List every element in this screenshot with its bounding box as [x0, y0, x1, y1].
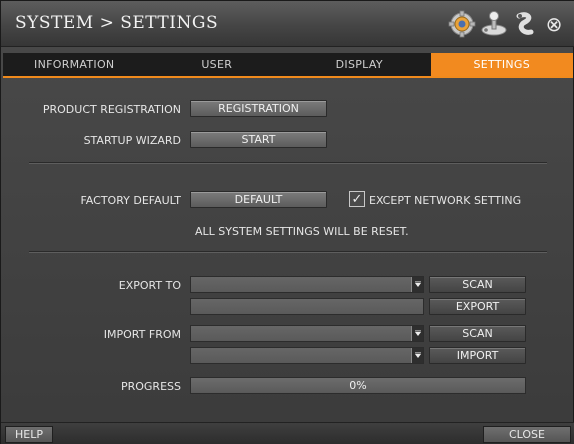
snake-icon[interactable] — [510, 9, 540, 39]
export-button[interactable]: EXPORT — [429, 298, 526, 315]
tab-user[interactable]: USER — [146, 53, 289, 76]
divider — [29, 162, 547, 164]
footer-bar: HELP CLOSE — [1, 422, 574, 444]
tab-settings[interactable]: SETTINGS — [430, 53, 573, 76]
import-file-select[interactable] — [190, 347, 424, 364]
chevron-down-icon[interactable] — [411, 326, 423, 341]
default-button[interactable]: DEFAULT — [190, 191, 327, 208]
export-to-label: EXPORT TO — [118, 279, 181, 292]
product-registration-label: PRODUCT REGISTRATION — [42, 103, 181, 116]
import-scan-button[interactable]: SCAN — [429, 325, 526, 342]
import-from-label: IMPORT FROM — [103, 328, 181, 341]
help-button[interactable]: HELP — [5, 426, 53, 443]
except-network-checkbox[interactable]: ✓ — [349, 191, 365, 207]
progress-text: 0% — [349, 379, 367, 392]
factory-default-label: FACTORY DEFAULT — [80, 194, 181, 207]
chevron-down-icon[interactable] — [411, 277, 423, 292]
progress-label: PROGRESS — [120, 380, 181, 393]
close-icon[interactable]: ⊗ — [539, 9, 569, 39]
startup-wizard-label: STARTUP WIZARD — [83, 134, 181, 147]
import-button[interactable]: IMPORT — [429, 347, 526, 364]
window-title: SYSTEM > SETTINGS — [15, 13, 219, 33]
except-network-label: EXCEPT NETWORK SETTING — [369, 194, 522, 207]
export-device-select[interactable] — [190, 276, 424, 293]
registration-button[interactable]: REGISTRATION — [190, 100, 327, 117]
gear-icon[interactable] — [447, 9, 477, 39]
import-device-select[interactable] — [190, 325, 424, 342]
close-button[interactable]: CLOSE — [483, 426, 571, 443]
title-bar: SYSTEM > SETTINGS ⊗ — [1, 1, 574, 47]
tab-information[interactable]: INFORMATION — [3, 53, 146, 76]
export-file-field[interactable] — [190, 298, 424, 315]
progress-bar: 0% — [190, 377, 526, 394]
settings-window: SYSTEM > SETTINGS ⊗ INFORMATION USER DIS… — [0, 0, 574, 444]
export-scan-button[interactable]: SCAN — [429, 276, 526, 293]
joystick-icon[interactable] — [479, 9, 509, 39]
divider — [29, 251, 547, 253]
chevron-down-icon[interactable] — [411, 348, 423, 363]
tab-display[interactable]: DISPLAY — [288, 53, 431, 76]
reset-warning-text: ALL SYSTEM SETTINGS WILL BE RESET. — [195, 225, 409, 238]
start-button[interactable]: START — [190, 131, 327, 148]
tab-bar: INFORMATION USER DISPLAY SETTINGS — [3, 53, 573, 78]
